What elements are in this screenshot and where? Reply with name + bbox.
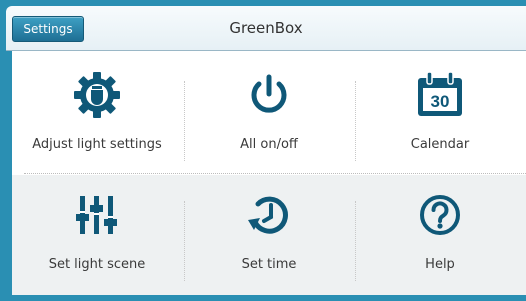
tile-label: Calendar xyxy=(410,137,470,152)
tile-help[interactable]: Help xyxy=(355,171,525,291)
tile-label: Help xyxy=(425,257,455,272)
title-bar: GreenBox Settings xyxy=(6,6,526,51)
app-title: GreenBox xyxy=(229,19,303,37)
settings-button[interactable]: Settings xyxy=(12,16,84,42)
tile-all-on-off[interactable]: All on/off xyxy=(184,51,354,171)
tile-label: Set time xyxy=(241,257,297,272)
calendar-day: 30 xyxy=(431,92,450,111)
sliders-icon xyxy=(12,189,182,241)
greenbox-window: GreenBox Settings Adjust light settings … xyxy=(6,6,526,301)
power-icon xyxy=(184,69,354,121)
gear-bulb-icon xyxy=(12,69,182,121)
tile-label: Set light scene xyxy=(48,257,146,272)
tile-calendar[interactable]: 30 Calendar xyxy=(355,51,525,171)
help-icon xyxy=(355,189,525,241)
home-grid: Adjust light settings All on/off 30 Cale… xyxy=(12,51,526,295)
clock-icon xyxy=(184,189,354,241)
tile-adjust-light-settings[interactable]: Adjust light settings xyxy=(12,51,182,171)
tile-set-time[interactable]: Set time xyxy=(184,171,354,291)
calendar-icon: 30 xyxy=(355,69,525,121)
tile-set-light-scene[interactable]: Set light scene xyxy=(12,171,182,291)
tile-label: All on/off xyxy=(240,137,298,152)
tile-label: Adjust light settings xyxy=(32,137,162,152)
